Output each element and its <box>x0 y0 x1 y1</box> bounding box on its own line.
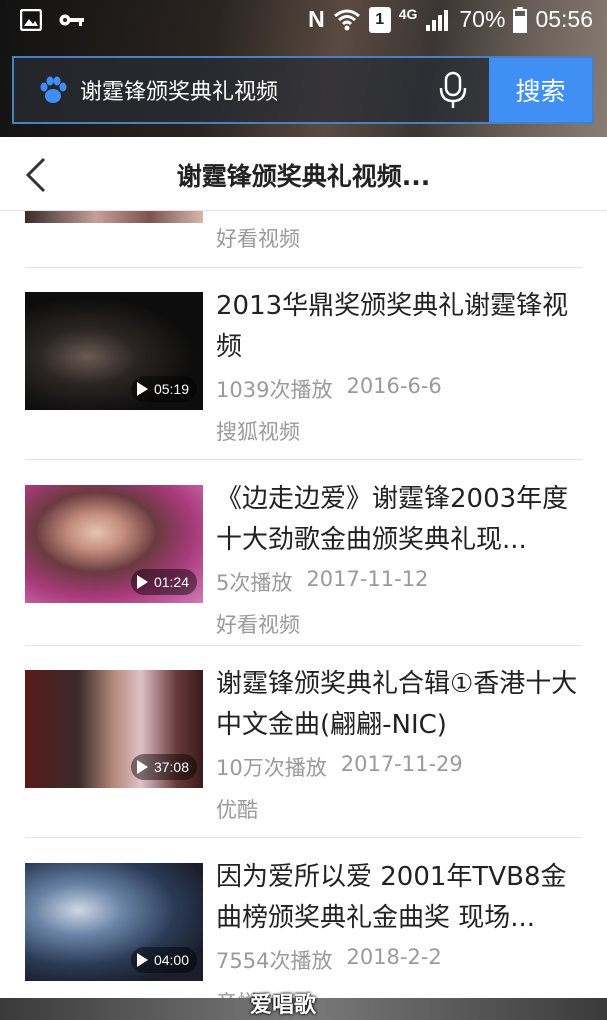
key-icon <box>59 14 84 26</box>
duration-text: 01:24 <box>153 574 189 590</box>
image-notification-icon <box>20 9 42 31</box>
clock: 05:56 <box>535 6 593 32</box>
search-button[interactable]: 搜索 <box>489 58 592 122</box>
wifi-icon <box>333 9 360 30</box>
duration-badge: 01:24 <box>130 569 197 595</box>
video-list-item[interactable]: 01:24 《边走边爱》谢霆锋2003年度十大劲歌金曲颁奖典礼现... 5次播放… <box>0 484 607 675</box>
play-icon <box>136 953 148 967</box>
battery-icon <box>513 6 528 33</box>
video-source: 优酷 <box>216 798 258 822</box>
play-icon <box>136 760 148 774</box>
search-input[interactable]: 谢霆锋颁奖典礼视频 <box>80 74 435 106</box>
play-count: 1039次播放 <box>216 378 333 402</box>
watermark: 爱唱歌 <box>250 993 317 1018</box>
upload-date: 2017-11-29 <box>340 752 463 776</box>
sim-icon: 1 <box>368 6 391 33</box>
video-meta: 1039次播放 2016-6-6 <box>216 374 442 404</box>
divider <box>25 837 582 838</box>
divider <box>25 645 582 646</box>
paw-icon <box>40 76 67 103</box>
results-page: 谢霆锋颁奖典礼视频... 好看视频 05:19 2013华鼎奖颁奖典礼谢霆锋视频… <box>0 137 607 998</box>
video-list-item[interactable]: 05:19 2013华鼎奖颁奖典礼谢霆锋视频 1039次播放 2016-6-6 搜… <box>0 291 607 482</box>
duration-badge: 05:19 <box>130 376 197 402</box>
divider <box>25 459 582 460</box>
page-title: 谢霆锋颁奖典礼视频... <box>176 162 431 191</box>
upload-date: 2016-6-6 <box>346 374 442 398</box>
play-count: 10万次播放 <box>216 756 327 780</box>
video-thumbnail[interactable]: 01:24 <box>25 485 203 603</box>
video-title[interactable]: 2013华鼎奖颁奖典礼谢霆锋视频 <box>216 286 588 368</box>
duration-text: 05:19 <box>153 381 189 397</box>
video-thumbnail[interactable]: 05:19 <box>25 292 203 410</box>
video-list-item[interactable]: 37:08 谢霆锋颁奖典礼合辑①香港十大中文金曲(翩翩-NIC) 10万次播放 2… <box>0 669 607 860</box>
upload-date: 2018-2-2 <box>346 945 442 969</box>
video-title[interactable]: 《边走边爱》谢霆锋2003年度十大劲歌金曲颁奖典礼现... <box>216 479 588 561</box>
play-icon <box>136 382 148 396</box>
upload-date: 2017-11-12 <box>306 567 429 591</box>
partial-list-item[interactable]: 好看视频 <box>0 211 607 269</box>
nfc-indicator: N <box>308 6 325 32</box>
play-icon <box>136 575 148 589</box>
play-count: 5次播放 <box>216 571 293 595</box>
video-meta: 10万次播放 2017-11-29 <box>216 752 463 782</box>
status-bar: N 1 4G 70% 05:56 <box>0 0 607 44</box>
video-meta: 5次播放 2017-11-12 <box>216 567 428 597</box>
video-thumbnail[interactable]: 37:08 <box>25 670 203 788</box>
video-title[interactable]: 因为爱所以爱 2001年TVB8金曲榜颁奖典礼金曲奖 现场... <box>216 857 588 939</box>
network-type: 4G <box>398 6 418 22</box>
video-list-item[interactable]: 04:00 因为爱所以爱 2001年TVB8金曲榜颁奖典礼金曲奖 现场... 7… <box>0 862 607 998</box>
video-source: 好看视频 <box>216 613 300 637</box>
duration-badge: 04:00 <box>130 947 197 973</box>
signal-icon <box>426 9 449 31</box>
microphone-icon[interactable] <box>435 70 471 110</box>
duration-text: 04:00 <box>153 952 189 968</box>
video-thumbnail[interactable] <box>25 211 203 223</box>
video-source: 搜狐视频 <box>216 420 300 444</box>
nav-bar: 谢霆锋颁奖典礼视频... <box>0 137 607 211</box>
video-source: 好看视频 <box>216 227 300 251</box>
video-meta: 7554次播放 2018-2-2 <box>216 945 442 975</box>
duration-text: 37:08 <box>153 759 189 775</box>
divider <box>25 267 582 268</box>
video-title[interactable]: 谢霆锋颁奖典礼合辑①香港十大中文金曲(翩翩-NIC) <box>216 664 588 746</box>
video-thumbnail[interactable]: 04:00 <box>25 863 203 981</box>
play-count: 7554次播放 <box>216 949 333 973</box>
duration-badge: 37:08 <box>130 754 197 780</box>
battery-percent: 70% <box>459 6 506 32</box>
search-bar[interactable]: 谢霆锋颁奖典礼视频 搜索 <box>12 56 594 124</box>
